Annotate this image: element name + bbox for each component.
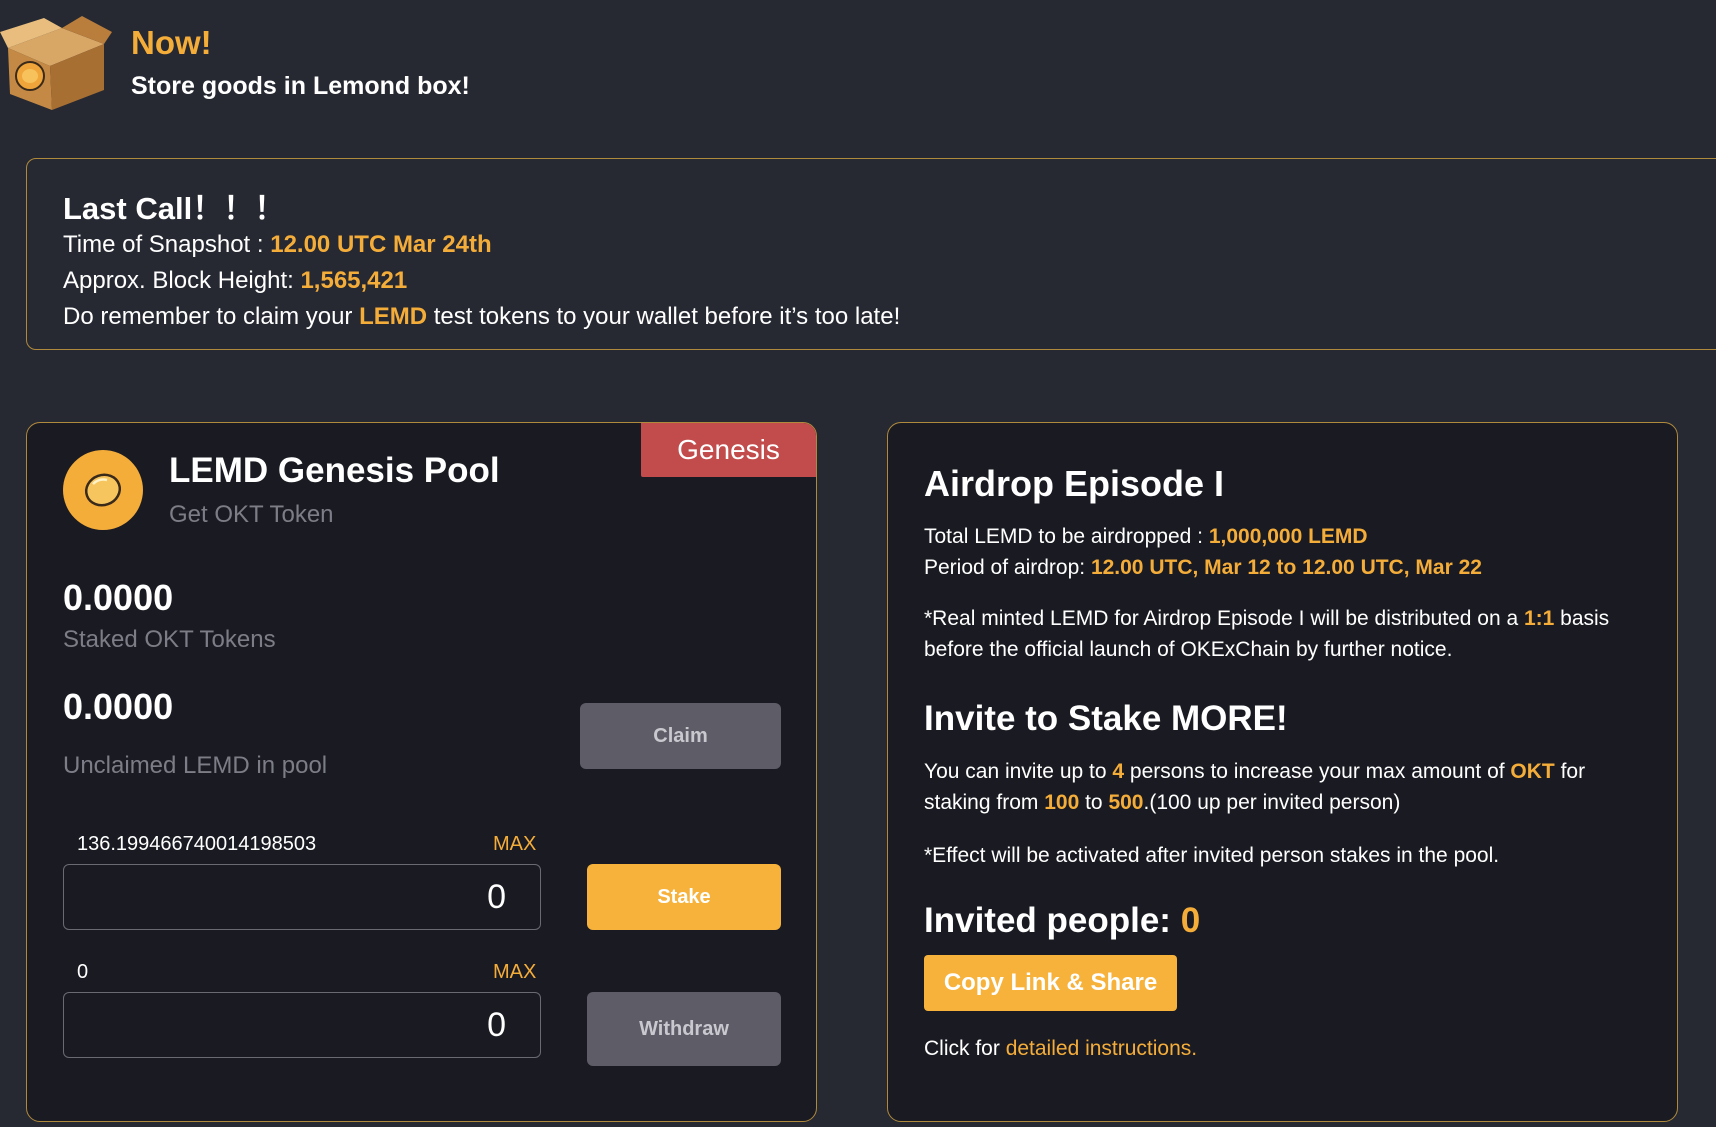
airdrop-card: Airdrop Episode I Total LEMD to be airdr…	[887, 422, 1678, 1122]
snapshot-line: Time of Snapshot : 12.00 UTC Mar 24th	[63, 231, 492, 259]
invite-from: 100	[1044, 791, 1080, 814]
staked-value: 0.0000	[63, 577, 174, 618]
reminder-pre: Do remember to claim your	[63, 303, 360, 330]
last-call-title: Last Call！！！	[63, 191, 286, 226]
withdraw-balance: 0	[77, 961, 89, 983]
withdraw-max-button[interactable]: MAX	[493, 961, 536, 984]
note-pre: *Real minted LEMD for Airdrop Episode I …	[924, 607, 1524, 630]
last-call-banner: Last Call！！！ Time of Snapshot : 12.00 UT…	[26, 158, 1716, 350]
promo-banner: Now! Store goods in Lemond box!	[0, 14, 700, 114]
airdrop-note: *Real minted LEMD for Airdrop Episode I …	[924, 603, 1644, 665]
lemon-token-icon	[63, 450, 143, 530]
stake-amount-input[interactable]	[63, 864, 541, 930]
pool-title: LEMD Genesis Pool	[169, 451, 500, 490]
invite-to: 500	[1108, 791, 1144, 814]
staked-label: Staked OKT Tokens	[63, 626, 276, 653]
block-height-value: 1,565,421	[300, 267, 408, 294]
snapshot-label: Time of Snapshot :	[63, 231, 271, 258]
invited-label: Invited people:	[924, 901, 1181, 940]
invite-title: Invite to Stake MORE!	[924, 699, 1288, 738]
invite-post: .(100 up per invited person)	[1143, 791, 1401, 814]
withdraw-amount-input[interactable]	[63, 992, 541, 1058]
reminder-token: LEMD	[359, 303, 428, 330]
stake-max-button[interactable]: MAX	[493, 833, 536, 856]
invite-token: OKT	[1510, 760, 1555, 783]
claim-button[interactable]: Claim	[580, 703, 781, 769]
airdrop-total-line: Total LEMD to be airdropped : 1,000,000 …	[924, 521, 1644, 552]
pool-subtitle: Get OKT Token	[169, 501, 334, 528]
invited-people-line: Invited people: 0	[924, 901, 1200, 941]
instructions-line: Click for detailed instructions.	[924, 1033, 1644, 1064]
invite-to-word: to	[1079, 791, 1109, 814]
reminder-post: test tokens to your wallet before it’s t…	[427, 303, 901, 330]
copy-link-share-button[interactable]: Copy Link & Share	[924, 955, 1177, 1011]
click-for-text: Click for	[924, 1037, 1006, 1060]
airdrop-total-value: 1,000,000 LEMD	[1208, 525, 1368, 548]
airdrop-period-label: Period of airdrop:	[924, 556, 1091, 579]
promo-now-text: Now!	[131, 24, 212, 61]
withdraw-button[interactable]: Withdraw	[587, 992, 781, 1066]
airdrop-period-value: 12.00 UTC, Mar 12 to 12.00 UTC, Mar 22	[1090, 556, 1482, 579]
airdrop-total-label: Total LEMD to be airdropped :	[924, 525, 1209, 548]
airdrop-title: Airdrop Episode I	[924, 463, 1225, 504]
genesis-tag: Genesis	[641, 423, 816, 477]
stake-button[interactable]: Stake	[587, 864, 781, 930]
invite-pre: You can invite up to	[924, 760, 1113, 783]
claim-reminder-line: Do remember to claim your LEMD test toke…	[63, 303, 900, 331]
airdrop-period-line: Period of airdrop: 12.00 UTC, Mar 12 to …	[924, 552, 1644, 583]
detailed-instructions-link[interactable]: detailed instructions.	[1006, 1037, 1197, 1060]
unclaimed-value: 0.0000	[63, 686, 174, 727]
invite-description: You can invite up to 4 persons to increa…	[924, 756, 1644, 818]
invite-count: 4	[1112, 760, 1125, 783]
note-ratio: 1:1	[1523, 607, 1555, 630]
genesis-pool-card: Genesis LEMD Genesis Pool Get OKT Token …	[26, 422, 817, 1122]
lemond-box-icon	[0, 16, 112, 110]
effect-note: *Effect will be activated after invited …	[924, 844, 1500, 867]
promo-subtitle: Store goods in Lemond box!	[131, 72, 470, 100]
invited-value: 0	[1180, 901, 1201, 940]
unclaimed-label: Unclaimed LEMD in pool	[63, 752, 328, 779]
stake-balance: 136.199466740014198503	[77, 833, 317, 855]
invite-mid: persons to increase your max amount of	[1124, 760, 1511, 783]
snapshot-value: 12.00 UTC Mar 24th	[270, 231, 492, 258]
block-height-label: Approx. Block Height:	[63, 267, 301, 294]
block-height-line: Approx. Block Height: 1,565,421	[63, 267, 407, 295]
